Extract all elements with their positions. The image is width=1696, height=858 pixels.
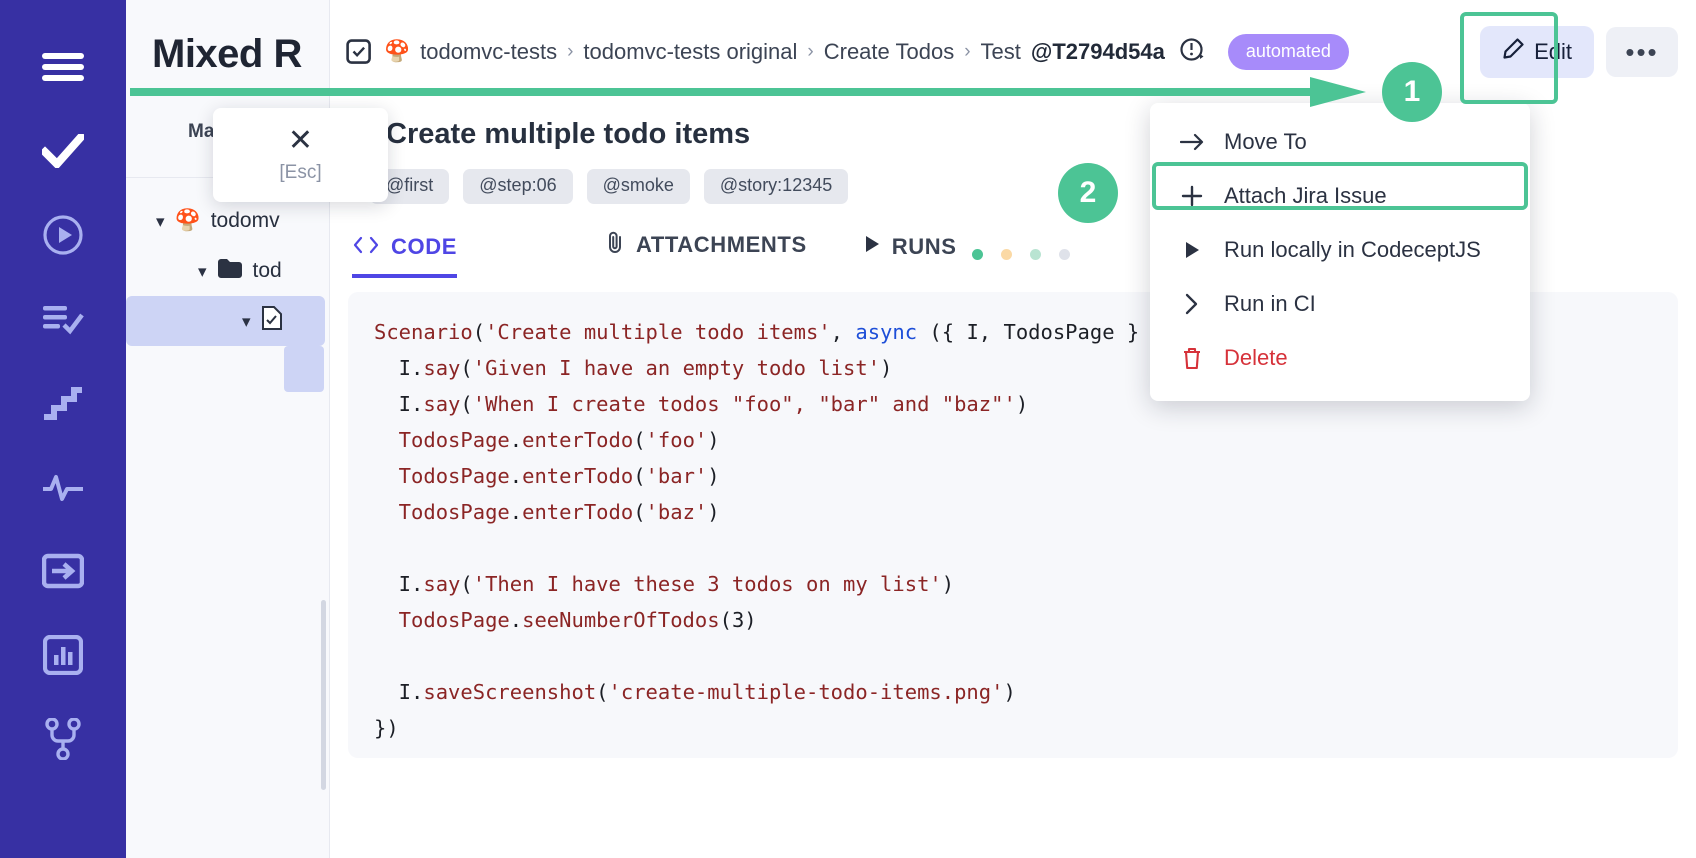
status-badge: automated (1228, 34, 1349, 70)
breadcrumb-test-id[interactable]: @T2794d54a (1031, 39, 1165, 65)
tree-item-selected-child[interactable] (284, 346, 324, 392)
menu-item-run-in-ci[interactable]: Run in CI (1150, 277, 1530, 331)
page-title: Mixed R (126, 0, 329, 77)
bar-chart-icon[interactable] (40, 632, 86, 678)
check-icon[interactable] (40, 128, 86, 174)
tag-item[interactable]: @story:12345 (704, 169, 848, 204)
tag-item[interactable]: @smoke (587, 169, 690, 204)
list-check-icon[interactable] (40, 296, 86, 342)
edit-button[interactable]: Edit (1480, 26, 1594, 78)
tab-runs[interactable]: RUNS (863, 234, 957, 278)
run-dot[interactable] (1059, 249, 1070, 260)
tree-item-folder[interactable]: ▾ tod (126, 246, 329, 296)
chevron-down-icon[interactable]: ▾ (242, 313, 251, 330)
test-check-icon (346, 39, 372, 65)
folder-icon (217, 258, 243, 285)
pencil-icon (1502, 38, 1524, 66)
git-branch-icon[interactable] (40, 716, 86, 762)
panel-scrollbar[interactable] (321, 600, 326, 790)
menu-item-label: Move To (1224, 129, 1307, 155)
arrow-right-icon (1180, 133, 1204, 151)
login-arrow-icon[interactable] (40, 548, 86, 594)
history-clock-icon[interactable] (1179, 36, 1206, 69)
breadcrumb-suite[interactable]: todomvc-tests original (583, 39, 797, 65)
stairs-icon[interactable] (40, 380, 86, 426)
chevron-down-icon[interactable]: ▾ (156, 213, 165, 230)
context-menu: Move To Attach Jira Issue Run locally in… (1150, 103, 1530, 401)
close-icon[interactable]: ✕ (288, 126, 313, 156)
breadcrumb-separator: › (964, 41, 970, 63)
run-dot[interactable] (1001, 249, 1012, 260)
menu-item-attach-jira-issue[interactable]: Attach Jira Issue (1150, 169, 1530, 223)
trash-icon (1180, 347, 1204, 370)
menu-item-label: Run locally in CodeceptJS (1224, 237, 1481, 263)
annotation-step-2: 2 (1058, 163, 1118, 223)
code-brackets-icon (352, 234, 380, 260)
paperclip-icon (607, 230, 625, 260)
menu-item-label: Attach Jira Issue (1224, 183, 1387, 209)
breadcrumb: 🍄 todomvc-tests › todomvc-tests original… (384, 34, 1349, 70)
tree-item-label: todomv (211, 209, 280, 233)
tab-code[interactable]: CODE (352, 234, 457, 278)
tree-item-project[interactable]: ▾ 🍄 todomv (126, 196, 329, 246)
menu-item-delete[interactable]: Delete (1150, 331, 1530, 385)
breadcrumb-test-prefix: Test (981, 39, 1021, 65)
run-dot[interactable] (972, 249, 983, 260)
menu-item-label: Delete (1224, 345, 1288, 371)
test-tree: ▾ 🍄 todomv ▾ tod ▾ (126, 178, 329, 392)
tree-item-file[interactable]: ▾ (126, 296, 325, 346)
breadcrumb-separator: › (807, 41, 813, 63)
breadcrumb-group[interactable]: Create Todos (824, 39, 954, 65)
breadcrumb-separator: › (567, 41, 573, 63)
chevron-down-icon[interactable]: ▾ (198, 263, 207, 280)
chevron-right-icon (1180, 293, 1204, 315)
annotation-step-1: 1 (1382, 62, 1442, 122)
play-circle-icon[interactable] (40, 212, 86, 258)
mushroom-emoji: 🍄 (175, 209, 201, 233)
tab-attachments-label: ATTACHMENTS (636, 232, 807, 258)
breadcrumb-project[interactable]: todomvc-tests (420, 39, 557, 65)
mushroom-emoji: 🍄 (384, 40, 410, 64)
app-root: Mixed R Manu ▾ 🍄 todomv ▾ tod ▾ (0, 0, 1696, 858)
test-title: Create multiple todo items (386, 118, 750, 151)
tab-runs-label: RUNS (892, 234, 957, 260)
top-bar: 🍄 todomvc-tests › todomvc-tests original… (330, 0, 1696, 104)
play-triangle-icon (863, 234, 881, 260)
tab-code-label: CODE (391, 234, 457, 260)
more-options-button[interactable]: ••• (1606, 27, 1678, 77)
close-overlay-card[interactable]: ✕ [Esc] (213, 108, 388, 202)
menu-item-label: Run in CI (1224, 291, 1316, 317)
activity-pulse-icon[interactable] (40, 464, 86, 510)
hamburger-menu-icon[interactable] (40, 44, 86, 90)
run-dot[interactable] (1030, 249, 1041, 260)
plus-icon (1180, 185, 1204, 207)
play-triangle-icon (1180, 240, 1204, 260)
tree-item-label: tod (253, 259, 282, 283)
tag-item[interactable]: @step:06 (463, 169, 572, 204)
menu-item-run-locally[interactable]: Run locally in CodeceptJS (1150, 223, 1530, 277)
esc-hint-label: [Esc] (279, 162, 321, 184)
tab-attachments[interactable]: ATTACHMENTS (607, 230, 807, 278)
icon-rail (0, 0, 126, 858)
menu-item-move-to[interactable]: Move To (1150, 115, 1530, 169)
run-status-dots (956, 249, 1070, 278)
file-check-icon (261, 305, 283, 337)
edit-button-label: Edit (1534, 39, 1572, 65)
